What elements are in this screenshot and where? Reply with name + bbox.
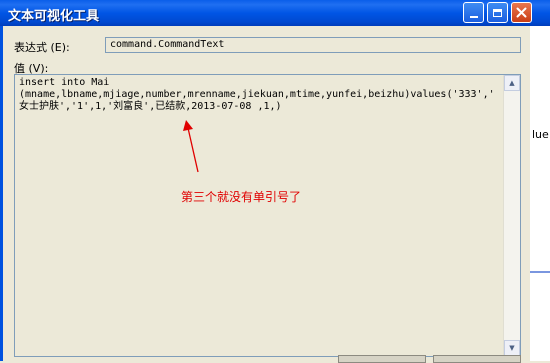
close-icon (516, 7, 527, 18)
maximize-button[interactable] (487, 2, 508, 23)
maximize-icon (493, 8, 502, 17)
value-text: insert into Mai (mname,lbname,mjiage,num… (19, 77, 495, 112)
annotation-arrow-icon (183, 120, 199, 173)
chevron-down-icon: ▼ (509, 344, 515, 352)
vertical-scrollbar[interactable]: ▲ ▼ (503, 75, 520, 356)
bottom-button-left[interactable] (338, 355, 426, 363)
background-divider (530, 271, 550, 273)
background-window: lue (530, 26, 550, 361)
value-textarea[interactable]: insert into Mai (mname,lbname,mjiage,num… (14, 74, 521, 357)
scroll-up-button[interactable]: ▲ (504, 75, 520, 91)
bottom-button-right[interactable] (433, 355, 521, 363)
expression-label: 表达式 (E): (14, 41, 70, 54)
minimize-button[interactable] (463, 2, 484, 23)
scroll-down-button[interactable]: ▼ (504, 340, 520, 356)
expression-field[interactable]: command.CommandText (105, 37, 521, 53)
close-button[interactable] (511, 2, 532, 23)
chevron-up-icon: ▲ (509, 79, 515, 87)
title-bar[interactable]: 文本可视化工具 (0, 0, 550, 26)
annotation-text: 第三个就没有单引号了 (181, 190, 302, 204)
minimize-icon (469, 15, 478, 18)
window-title: 文本可视化工具 (8, 9, 100, 24)
background-window-text: lue (532, 128, 549, 141)
